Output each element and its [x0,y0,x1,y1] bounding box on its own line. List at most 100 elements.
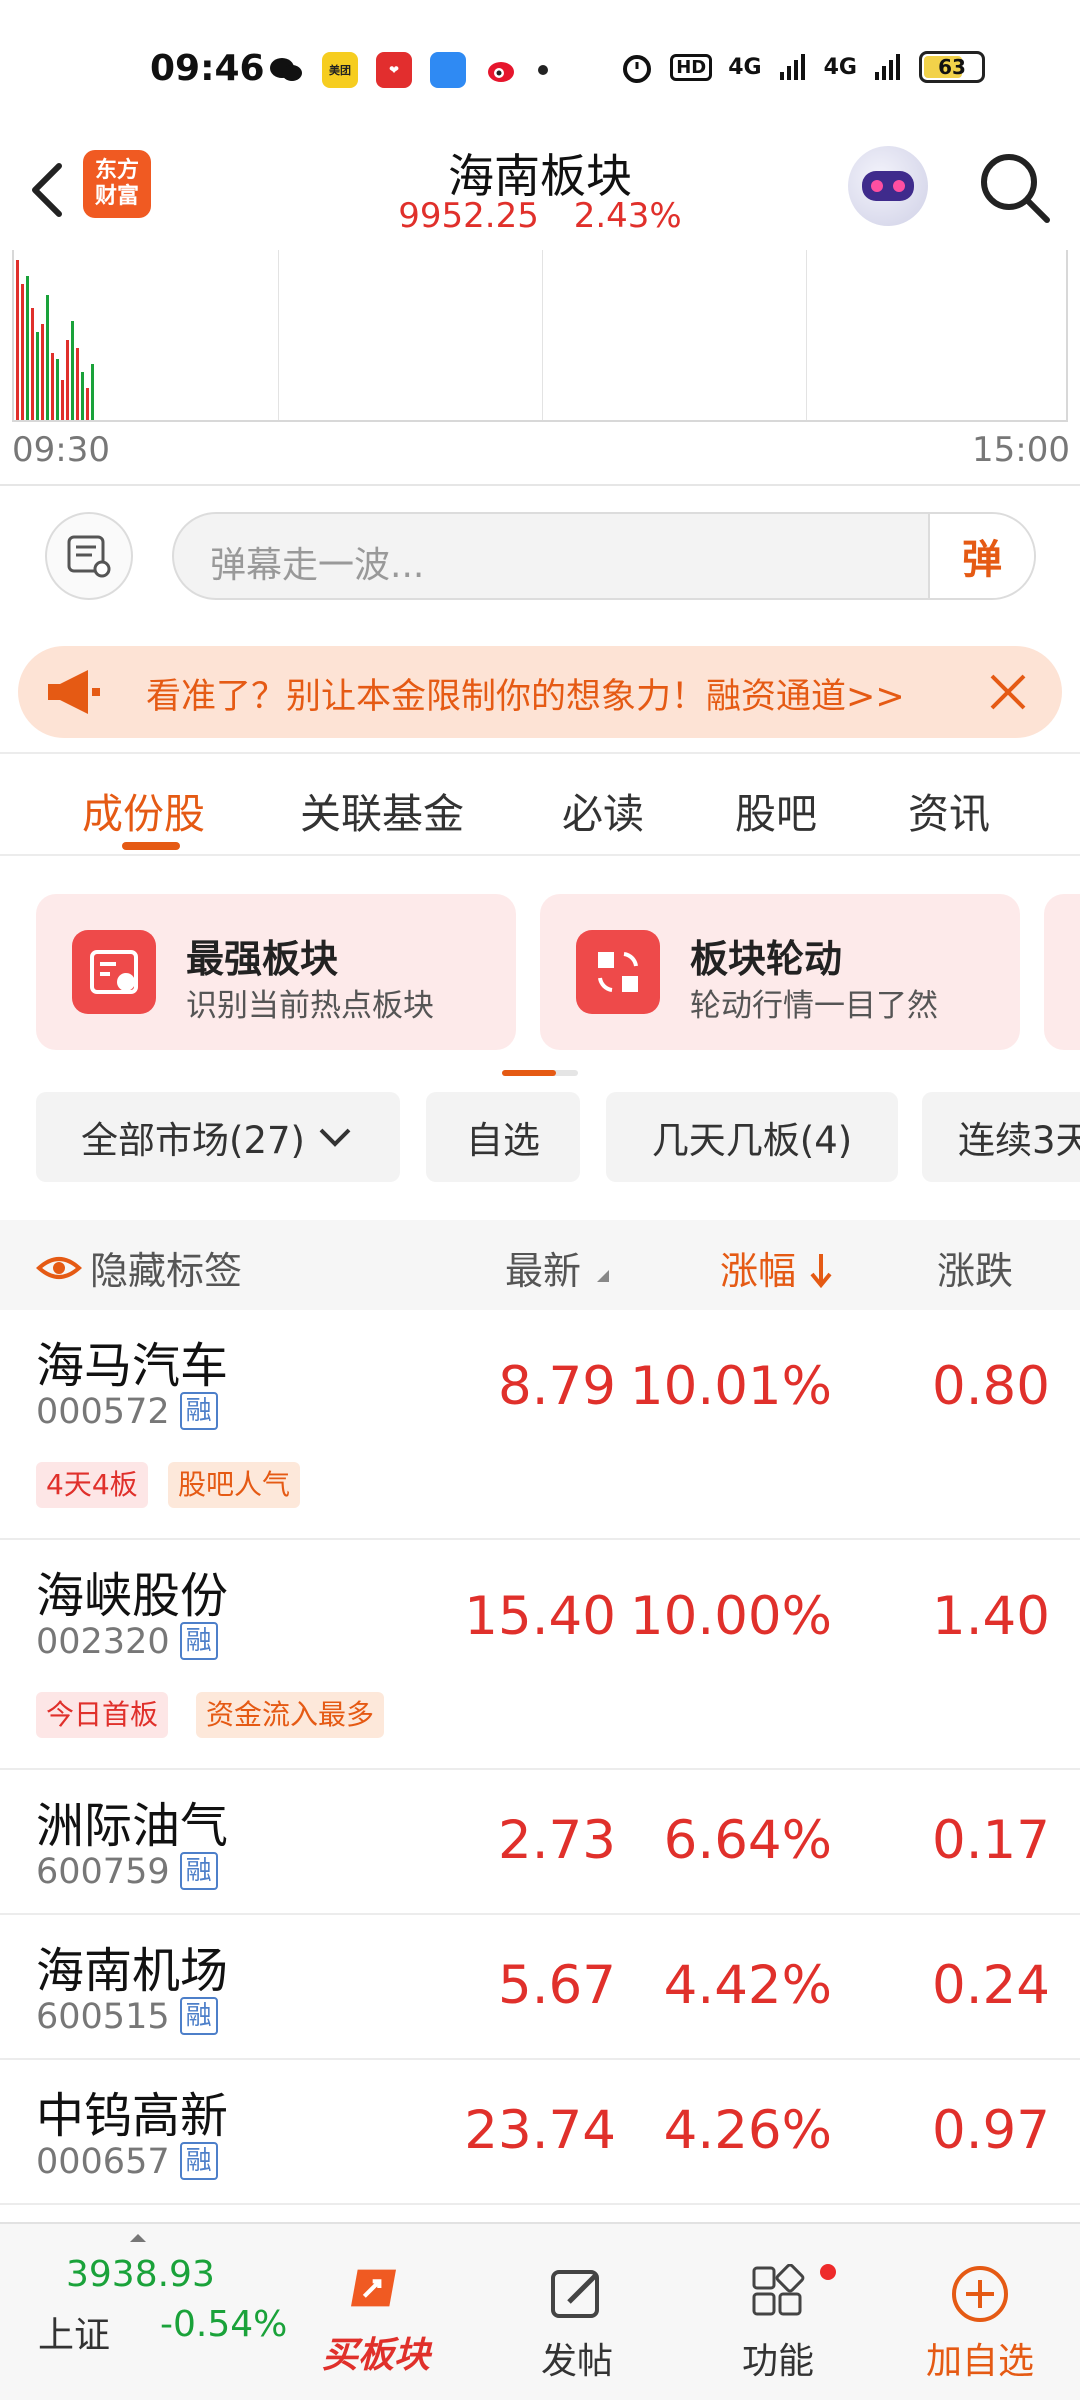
col-latest[interactable]: 最新 [505,1240,611,1295]
tab-bar: 成份股 关联基金 必读 股吧 资讯 [0,754,1080,856]
chart-gridline [806,250,807,420]
margin-badge: 融 [179,1622,218,1660]
filter-label: 自选 [466,1119,540,1162]
table-row[interactable]: 海南机场 600515 融 5.67 4.42% 0.24 [0,1915,1080,2060]
status-app-icons: 美团 ❤ [268,52,548,88]
danmaku-bar: 弹幕走一波... 弹 [0,508,1080,604]
danmaku-input[interactable]: 弹幕走一波... 弹 [172,512,1036,600]
stock-change: 0.17 [931,1810,1050,1871]
promo-banner[interactable]: 看准了？别让本金限制你的想象力！融资通道>> [18,646,1062,738]
row-tag: 4天4板 [36,1462,148,1508]
tab-forum[interactable]: 股吧 [735,780,817,840]
card-title: 最强板块 [186,937,339,981]
robot-assistant-icon[interactable] [848,146,928,226]
chart-start-time: 09:30 [12,430,110,470]
hd-icon: HD [670,53,713,81]
meituan-icon: 美团 [322,52,358,88]
filter-consecutive-limits[interactable]: 几天几板(4) [606,1092,898,1182]
card-strongest-sector[interactable]: 最强板块 识别当前热点板块 [36,894,516,1050]
notification-dot [820,2264,836,2280]
filter-watchlist[interactable]: 自选 [426,1092,580,1182]
signal-4g-icon-2: 4G [823,54,857,80]
sector-index-change: 2.43% [573,196,682,236]
col-change[interactable]: 涨跌 [937,1240,1013,1295]
filter-3-days[interactable]: 连续3天 [922,1092,1080,1182]
active-tab-indicator [122,842,180,850]
hide-tags-toggle[interactable]: 隐藏标签 [36,1240,242,1295]
chart-board-icon [72,930,156,1014]
promo-banner-text: 看准了？别让本金限制你的想象力！融资通道>> [146,677,905,717]
filter-all-markets[interactable]: 全部市场(27) [36,1092,400,1182]
sort-icon [597,1270,610,1282]
card-desc: 轮动行情一目了然 [690,988,938,1024]
stock-price: 2.73 [497,1810,616,1871]
danmaku-settings-button[interactable] [45,512,133,600]
volume-bar [76,348,79,420]
filter-label: 几天几板(4) [651,1119,853,1162]
search-button[interactable] [975,148,1055,228]
market-index-change: -0.54% [160,2304,288,2345]
chart-gridline [278,250,279,420]
arrow-down-icon [810,1254,832,1289]
col-latest-label: 最新 [505,1249,582,1293]
volume-bar [71,321,74,420]
volume-bar [61,380,64,420]
stock-price: 23.74 [464,2100,616,2161]
post-button[interactable]: 发帖 [507,2264,647,2384]
tab-related-funds[interactable]: 关联基金 [300,780,464,840]
card-title: 板块轮动 [690,937,843,981]
divider [0,484,1080,486]
volume-bar [46,295,49,420]
filter-label: 全部市场(27) [81,1119,305,1162]
danmaku-send-button[interactable]: 弹 [928,514,1034,598]
tab-news[interactable]: 资讯 [908,780,990,840]
signal-4g-icon: 4G [728,54,762,80]
more-dot-icon [538,65,548,75]
close-icon[interactable] [984,668,1032,716]
functions-button[interactable]: 功能 [708,2264,848,2384]
stock-change: 1.40 [931,1586,1050,1647]
battery-level: 63 [938,55,966,79]
apps-grid-icon [752,2264,805,2316]
chart-end-time: 15:00 [972,430,1070,470]
table-header: 隐藏标签 最新 涨幅 涨跌 [0,1220,1080,1310]
tab-constituents[interactable]: 成份股 [82,780,205,840]
stock-pct-change: 10.00% [629,1586,832,1647]
buy-sector-icon [351,2269,396,2307]
market-index-name: 上证 [38,2315,111,2356]
caret-up-icon[interactable] [130,2234,146,2242]
sector-index-value: 9952.25 [398,196,539,236]
chevron-down-icon [319,1128,351,1147]
volume-bar [86,388,89,420]
app-blue-icon [430,52,466,88]
signal-icon-2 [875,54,900,80]
stock-name: 海马汽车 [36,1338,229,1394]
tab-must-read[interactable]: 必读 [562,780,644,840]
status-indicators: HD 4G 4G 63 [620,50,985,84]
stock-price: 8.79 [497,1356,616,1417]
battery-icon: 63 [919,51,985,83]
header: 东方 财富 海南板块 9952.25 2.43% [0,140,1080,250]
intraday-volume-chart[interactable]: 09:30 15:00 [0,250,1080,485]
pinduoduo-icon: ❤ [376,52,412,88]
status-bar: 09:46 美团 ❤ HD 4G 4G 63 [0,0,1080,140]
table-row[interactable]: 海马汽车 000572 融 8.79 10.01% 0.80 4天4板 股吧人气 [0,1310,1080,1540]
stock-pct-change: 4.26% [663,2100,832,2161]
stock-price: 5.67 [497,1955,616,2016]
stock-change: 0.24 [931,1955,1050,2016]
wechat-icon [268,52,304,88]
volume-bar [66,340,69,420]
row-tag: 资金流入最多 [196,1692,385,1738]
table-row[interactable]: 洲际油气 600759 融 2.73 6.64% 0.17 [0,1770,1080,1915]
stock-price: 15.40 [464,1586,616,1647]
stock-name: 洲际油气 [36,1798,229,1854]
rotation-icon [576,930,660,1014]
table-row[interactable]: 海峡股份 002320 融 15.40 10.00% 1.40 今日首板 资金流入… [0,1540,1080,1770]
col-pct-change[interactable]: 涨幅 [720,1240,834,1295]
table-row[interactable]: 中钨高新 000657 融 23.74 4.26% 0.97 [0,2060,1080,2205]
add-watchlist-button[interactable]: 加自选 [910,2264,1050,2384]
col-pct-label: 涨幅 [720,1249,797,1293]
buy-sector-button[interactable]: 买板块 [306,2258,446,2378]
card-sector-rotation[interactable]: 板块轮动 轮动行情一目了然 [540,894,1020,1050]
card-partial[interactable] [1044,894,1080,1050]
